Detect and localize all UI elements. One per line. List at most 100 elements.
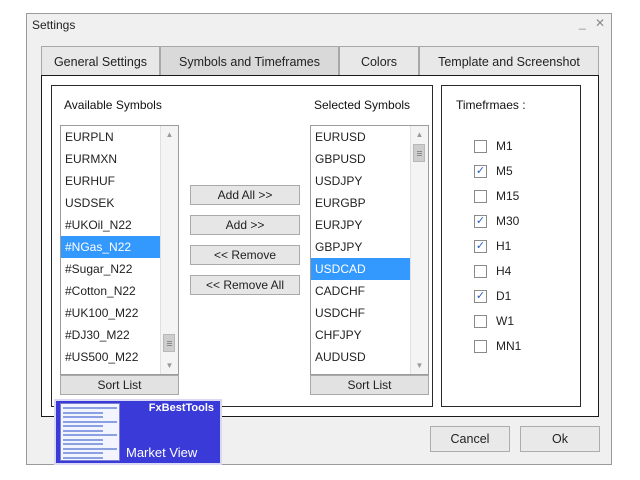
list-item[interactable]: EURPLN xyxy=(61,126,161,148)
list-item[interactable]: #UK100_M22 xyxy=(61,302,161,324)
tab-template-and-screenshot[interactable]: Template and Screenshot xyxy=(419,46,599,76)
market-view-overlay[interactable]: FxBestTools Market View xyxy=(54,399,222,465)
thumbnail-line xyxy=(63,429,103,432)
settings-window: Settings _ ✕ General Settings Symbols an… xyxy=(26,13,612,465)
cancel-button[interactable]: Cancel xyxy=(430,426,510,452)
checkbox[interactable] xyxy=(474,340,487,353)
timeframe-m15[interactable]: M15 xyxy=(474,188,564,204)
timeframe-w1[interactable]: W1 xyxy=(474,313,564,329)
timeframe-m30[interactable]: ✓ M30 xyxy=(474,213,564,229)
symbols-group: Available Symbols Selected Symbols #US50… xyxy=(51,85,433,407)
scroll-down-icon[interactable]: ▼ xyxy=(411,357,428,374)
remove-button[interactable]: << Remove xyxy=(190,245,300,265)
timeframe-label: M30 xyxy=(496,214,520,228)
checkbox[interactable]: ✓ xyxy=(474,290,487,303)
timeframe-h1[interactable]: ✓ H1 xyxy=(474,238,564,254)
timeframe-label: M1 xyxy=(496,139,513,153)
timeframe-mn1[interactable]: MN1 xyxy=(474,338,564,354)
selected-symbols-label: Selected Symbols xyxy=(314,98,411,112)
list-item[interactable]: CADCHF xyxy=(311,280,411,302)
list-item[interactable]: GBPUSD xyxy=(311,148,411,170)
overlay-brand: FxBestTools xyxy=(148,402,214,414)
selected-scrollbar[interactable]: ▲ ▼ xyxy=(410,126,428,374)
list-item[interactable]: USDJPY xyxy=(311,170,411,192)
remove-all-button[interactable]: << Remove All xyxy=(190,275,300,295)
list-item[interactable]: #NGas_N22 xyxy=(61,236,161,258)
thumbnail-line xyxy=(63,443,103,445)
list-item[interactable]: USDSEK xyxy=(61,192,161,214)
add-button[interactable]: Add >> xyxy=(190,215,300,235)
list-item[interactable]: #Cotton_N22 xyxy=(61,280,161,302)
timeframe-d1[interactable]: ✓ D1 xyxy=(474,288,564,304)
thumbnail-line xyxy=(63,434,117,436)
market-view-thumbnail xyxy=(60,403,120,461)
list-item[interactable]: USDCAD xyxy=(311,258,411,280)
checkbox[interactable] xyxy=(474,315,487,328)
list-item[interactable]: EURJPY xyxy=(311,214,411,236)
scroll-thumb[interactable] xyxy=(413,144,425,162)
timeframe-label: H1 xyxy=(496,239,512,253)
ok-button[interactable]: Ok xyxy=(520,426,600,452)
thumbnail-line xyxy=(63,411,103,414)
thumbnail-line xyxy=(63,456,103,459)
check-icon: ✓ xyxy=(475,290,486,302)
available-scrollbar[interactable]: ▲ ▼ xyxy=(160,126,178,374)
tab-symbols-and-timeframes[interactable]: Symbols and Timeframes xyxy=(160,46,339,76)
timeframe-label: D1 xyxy=(496,289,512,303)
thumbnail-line xyxy=(63,416,103,418)
timeframe-h4[interactable]: H4 xyxy=(474,263,564,279)
check-icon: ✓ xyxy=(475,240,486,252)
thumbnail-line xyxy=(63,420,117,423)
list-item[interactable]: #Sugar_N22 xyxy=(61,258,161,280)
list-item[interactable]: #DJ30_M22 xyxy=(61,324,161,346)
sort-available-button[interactable]: Sort List xyxy=(60,375,179,395)
timeframes-group: Timefrmaes : M1 ✓ M5 M15 ✓ M30 ✓ H1 H4 ✓ D1 W1 MN1 xyxy=(441,85,581,407)
check-icon: ✓ xyxy=(475,215,486,227)
checkbox[interactable]: ✓ xyxy=(474,215,487,228)
checkbox[interactable]: ✓ xyxy=(474,165,487,178)
tab-general-settings[interactable]: General Settings xyxy=(41,46,160,76)
tab-panel: Available Symbols Selected Symbols #US50… xyxy=(41,75,599,417)
list-item[interactable]: USDCHF xyxy=(311,302,411,324)
list-item[interactable]: GBPJPY xyxy=(311,236,411,258)
timeframe-m1[interactable]: M1 xyxy=(474,138,564,154)
available-symbols-list[interactable]: #US500_M22 #DJ30_M22 #UK100_M22 #Cotton_N22… xyxy=(60,125,179,375)
timeframe-m5[interactable]: ✓ M5 xyxy=(474,163,564,179)
thumbnail-line xyxy=(63,447,117,450)
check-icon: ✓ xyxy=(475,165,486,177)
scroll-up-icon[interactable]: ▲ xyxy=(411,126,428,143)
list-item[interactable]: #UKOil_N22 xyxy=(61,214,161,236)
list-item[interactable]: EURUSD xyxy=(311,126,411,148)
selected-symbols-list[interactable]: AUDUSD CHFJPY USDCHF CADCHF USDCAD GBPJPY EURJ… xyxy=(310,125,429,375)
list-item[interactable]: AUDUSD xyxy=(311,346,411,368)
timeframe-label: MN1 xyxy=(496,339,522,353)
list-item[interactable]: EURHUF xyxy=(61,170,161,192)
list-item[interactable]: EURGBP xyxy=(311,192,411,214)
window-title: Settings xyxy=(32,18,76,32)
available-symbols-label: Available Symbols xyxy=(64,98,162,112)
checkbox[interactable] xyxy=(474,190,487,203)
add-all-button[interactable]: Add All >> xyxy=(190,185,300,205)
overlay-caption: Market View xyxy=(126,445,198,460)
timeframes-label: Timefrmaes : xyxy=(456,98,526,112)
tab-colors[interactable]: Colors xyxy=(339,46,419,76)
checkbox[interactable]: ✓ xyxy=(474,240,487,253)
timeframe-label: M15 xyxy=(496,189,520,203)
checkbox[interactable] xyxy=(474,265,487,278)
scroll-thumb[interactable] xyxy=(163,334,175,352)
title-bar[interactable]: Settings _ ✕ xyxy=(27,14,611,38)
checkbox[interactable] xyxy=(474,140,487,153)
close-icon[interactable]: ✕ xyxy=(595,16,605,30)
timeframe-label: H4 xyxy=(496,264,512,278)
scroll-down-icon[interactable]: ▼ xyxy=(161,357,178,374)
thumbnail-line xyxy=(63,452,103,454)
list-item[interactable]: #US500_M22 xyxy=(61,346,161,368)
scroll-up-icon[interactable]: ▲ xyxy=(161,126,178,143)
sort-selected-button[interactable]: Sort List xyxy=(310,375,429,395)
list-item[interactable]: CHFJPY xyxy=(311,324,411,346)
thumbnail-line xyxy=(63,425,103,427)
timeframe-label: M5 xyxy=(496,164,513,178)
list-item[interactable]: EURMXN xyxy=(61,148,161,170)
minimize-icon[interactable]: _ xyxy=(579,16,586,30)
thumbnail-line xyxy=(63,407,117,409)
